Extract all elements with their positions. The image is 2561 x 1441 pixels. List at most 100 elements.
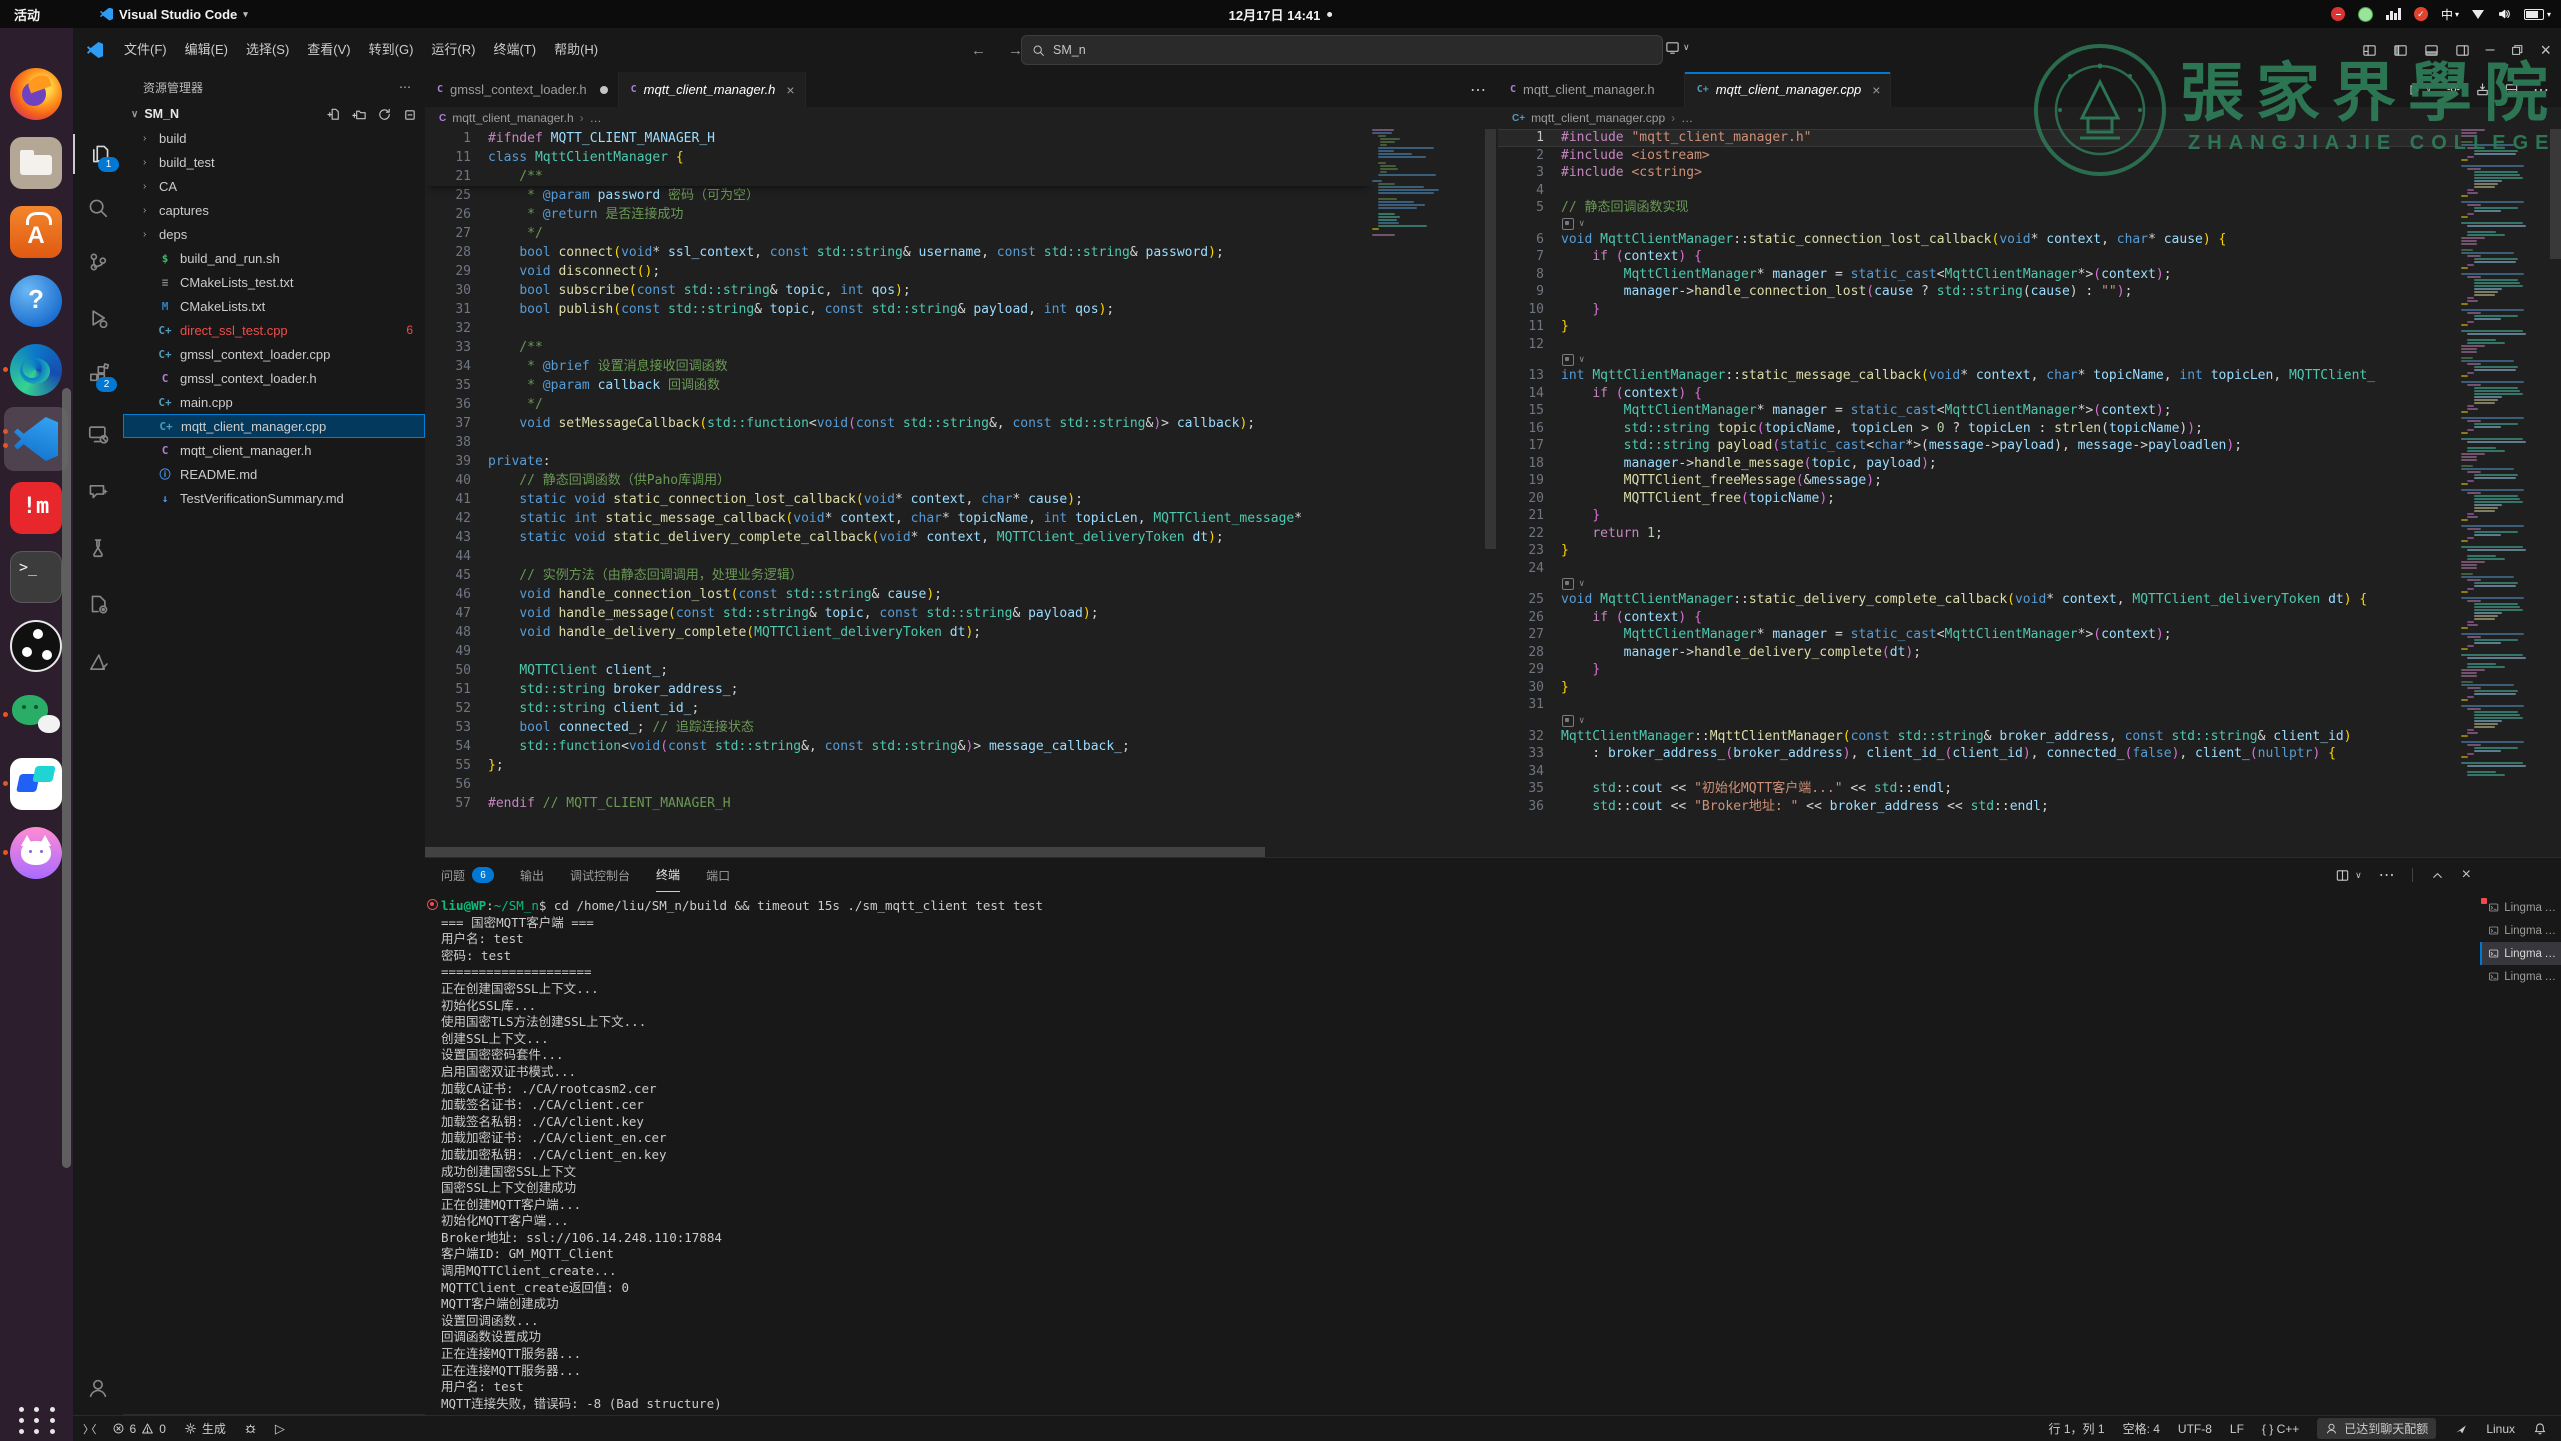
code-line-6[interactable]: 6void MqttClientManager::static_connecti… — [1498, 231, 2461, 249]
code-line-54[interactable]: 54 std::function<void(const std::string&… — [425, 737, 1372, 756]
code-line-30[interactable]: 30} — [1498, 679, 2461, 697]
code-line-31[interactable]: 31 — [1498, 696, 2461, 714]
tree-folder-build_test[interactable]: ›build_test — [123, 150, 425, 174]
code-line-52[interactable]: 52 std::string client_id_; — [425, 699, 1372, 718]
tree-file-TestVerificationSummary.md[interactable]: ↓TestVerificationSummary.md — [123, 486, 425, 510]
activitybar-explorer[interactable]: 1 — [73, 134, 125, 174]
status-debug[interactable] — [244, 1422, 257, 1435]
code-line-27[interactable]: 27 MqttClientManager* manager = static_c… — [1498, 626, 2461, 644]
code-line-46[interactable]: 46 void handle_connection_lost(const std… — [425, 585, 1372, 604]
status-remote[interactable]: 〉〈 — [83, 1421, 94, 1437]
status-eol[interactable]: LF — [2230, 1422, 2244, 1436]
more-actions-icon[interactable]: ⋯ — [1470, 80, 1486, 100]
code-line-4[interactable]: 4 — [1498, 182, 2461, 200]
code-line-3[interactable]: 3#include <cstring> — [1498, 164, 2461, 182]
activitybar-cpp-tools[interactable] — [73, 584, 123, 624]
code-line-56[interactable]: 56 — [425, 775, 1372, 794]
tab-gmssl_context_loader.h[interactable]: Cgmssl_context_loader.h — [425, 72, 619, 107]
code-line-18[interactable]: 18 manager->handle_message(topic, payloa… — [1498, 455, 2461, 473]
code-line-25[interactable]: 25 * @param password 密码（可为空） — [425, 186, 1372, 205]
tree-file-mqtt_client_manager.cpp[interactable]: C+mqtt_client_manager.cpp — [123, 414, 425, 438]
panel-tab-输出[interactable]: 输出 — [520, 858, 544, 892]
code-line-15[interactable]: 15 MqttClientManager* manager = static_c… — [1498, 402, 2461, 420]
code-line-29[interactable]: 29 void disconnect(); — [425, 262, 1372, 281]
battery-icon[interactable]: ▾ — [2524, 9, 2551, 20]
status-cursor[interactable]: 行 1，列 1 — [2049, 1420, 2105, 1437]
terminal-output[interactable]: liu@WP:~/SM_n$ cd /home/liu/SM_n/build &… — [425, 898, 2475, 1417]
code-line-45[interactable]: 45 // 实例方法（由静态回调调用，处理业务逻辑） — [425, 566, 1372, 585]
activitybar-run-debug[interactable] — [73, 298, 123, 338]
ai-suggestion-row[interactable]: ∨ — [1498, 714, 2461, 728]
menu-运行R[interactable]: 运行(R) — [422, 28, 484, 72]
ai-suggestion-row[interactable]: ∨ — [1498, 577, 2461, 591]
code-line-16[interactable]: 16 std::string topic(topicName, topicLen… — [1498, 420, 2461, 438]
menu-编辑E[interactable]: 编辑(E) — [176, 28, 237, 72]
code-line-27[interactable]: 27 */ — [425, 224, 1372, 243]
code-line-33[interactable]: 33 /** — [425, 338, 1372, 357]
status-indent[interactable]: 空格: 4 — [2123, 1420, 2160, 1437]
more-actions-icon[interactable]: ⋯ — [2533, 80, 2549, 100]
code-line-21[interactable]: 21 /** — [425, 167, 1372, 186]
activitybar-remote-explorer[interactable] — [73, 414, 123, 454]
dock-item-help[interactable]: ? — [10, 275, 62, 327]
maximize-panel-icon[interactable] — [2430, 868, 2445, 883]
code-line-32[interactable]: 32MqttClientManager::MqttClientManager(c… — [1498, 728, 2461, 746]
code-line-26[interactable]: 26 * @return 是否连接成功 — [425, 205, 1372, 224]
app-window-menu[interactable]: Visual Studio Code ▾ — [100, 7, 248, 22]
recording-indicator-icon[interactable] — [2358, 7, 2373, 22]
code-line-47[interactable]: 47 void handle_message(const std::string… — [425, 604, 1372, 623]
code-line-28[interactable]: 28 bool connect(void* ssl_context, const… — [425, 243, 1372, 262]
vertical-scrollbar[interactable] — [1485, 129, 1496, 549]
status-bell[interactable] — [2533, 1422, 2547, 1436]
split-editor-icon[interactable] — [2504, 82, 2519, 97]
panel-tab-端口[interactable]: 端口 — [706, 858, 730, 892]
code-line-35[interactable]: 35 * @param callback 回调函数 — [425, 376, 1372, 395]
code-editor-header-file[interactable]: 1#ifndef MQTT_CLIENT_MANAGER_H11class Mq… — [425, 129, 1372, 857]
code-line-14[interactable]: 14 if (context) { — [1498, 385, 2461, 403]
input-method-indicator[interactable]: 中▾ — [2441, 6, 2459, 23]
code-line-39[interactable]: 39private: — [425, 452, 1372, 471]
dock-item-files[interactable] — [10, 137, 62, 189]
code-line-31[interactable]: 31 bool publish(const std::string& topic… — [425, 300, 1372, 319]
code-line-38[interactable]: 38 — [425, 433, 1372, 452]
volume-icon[interactable] — [2497, 7, 2511, 21]
gear-icon[interactable] — [2446, 82, 2461, 97]
status-os[interactable]: Linux — [2486, 1422, 2515, 1436]
code-line-12[interactable]: 12 — [1498, 336, 2461, 354]
menu-帮助H[interactable]: 帮助(H) — [545, 28, 607, 72]
code-line-25[interactable]: 25void MqttClientManager::static_deliver… — [1498, 591, 2461, 609]
code-line-33[interactable]: 33 : broker_address_(broker_address), cl… — [1498, 745, 2461, 763]
code-line-13[interactable]: 13int MqttClientManager::static_message_… — [1498, 367, 2461, 385]
code-line-42[interactable]: 42 static int static_message_callback(vo… — [425, 509, 1372, 528]
dock-item-ubuntu-software[interactable]: A — [10, 206, 62, 258]
terminal-tab-item[interactable]: Lingma Ag… — [2480, 919, 2561, 942]
ai-suggestion-row[interactable]: ∨ — [1498, 217, 2461, 231]
code-line-11[interactable]: 11} — [1498, 318, 2461, 336]
code-line-51[interactable]: 51 std::string broker_address_; — [425, 680, 1372, 699]
dock-scroll-strip[interactable] — [62, 388, 71, 1168]
back-icon[interactable]: ← — [971, 42, 986, 59]
tree-file-gmssl_context_loader.cpp[interactable]: C+gmssl_context_loader.cpp — [123, 342, 425, 366]
minimap[interactable] — [2461, 129, 2548, 813]
dock-item-cat-app[interactable] — [10, 827, 62, 879]
panel-tab-调试控制台[interactable]: 调试控制台 — [570, 858, 630, 892]
activitybar-extensions[interactable]: 2 — [73, 354, 123, 394]
menu-选择S[interactable]: 选择(S) — [237, 28, 298, 72]
layout-secondary-sidebar-icon[interactable] — [2455, 43, 2470, 58]
collapse-all-icon[interactable] — [402, 107, 417, 122]
new-file-icon[interactable] — [327, 107, 342, 122]
clock[interactable]: 12月17日 14:41 — [1229, 0, 1333, 28]
code-line-32[interactable]: 32 — [425, 319, 1372, 338]
status-run[interactable]: ▷ — [275, 1421, 285, 1437]
code-line-10[interactable]: 10 } — [1498, 301, 2461, 319]
code-line-29[interactable]: 29 } — [1498, 661, 2461, 679]
status-chat-quota[interactable]: 已达到聊天配额 — [2317, 1418, 2436, 1439]
tree-file-mqtt_client_manager.h[interactable]: Cmqtt_client_manager.h — [123, 438, 425, 462]
dock-item-vscode[interactable] — [10, 413, 62, 465]
command-center-search[interactable]: SM_n — [1021, 35, 1663, 65]
code-line-11[interactable]: 11class MqttClientManager { — [425, 148, 1372, 167]
horizontal-scrollbar[interactable] — [425, 847, 1265, 857]
tree-file-direct_ssl_test.cpp[interactable]: C+direct_ssl_test.cpp6 — [123, 318, 425, 342]
code-line-34[interactable]: 34 — [1498, 763, 2461, 781]
layout-panel-left-icon[interactable] — [2362, 43, 2377, 58]
